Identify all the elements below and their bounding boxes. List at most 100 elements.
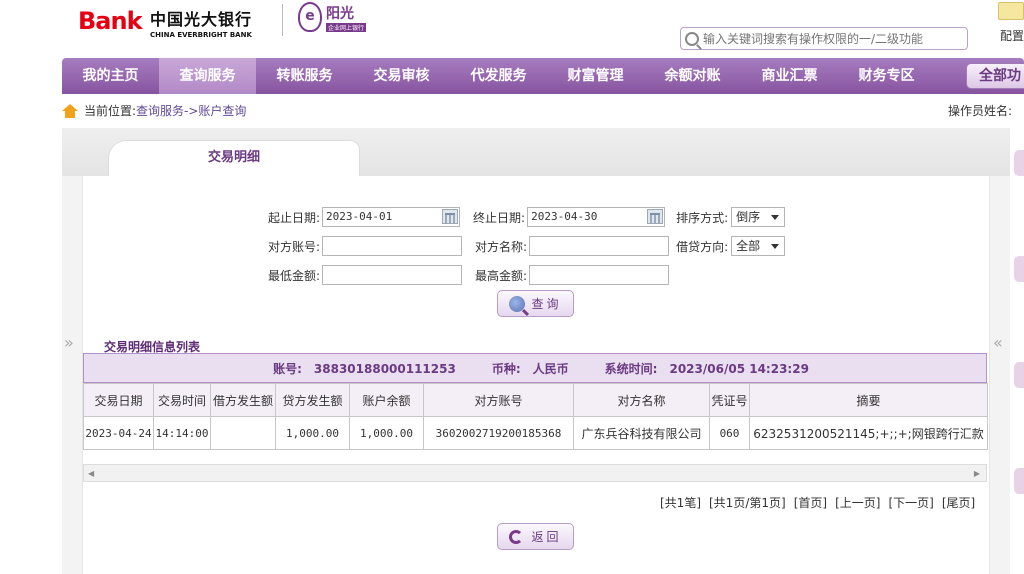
pager-total: [共1笔] (660, 496, 701, 510)
counter-account-input[interactable] (322, 236, 463, 256)
horizontal-scrollbar[interactable]: ◀ ▶ (83, 464, 987, 482)
col-header: 摘要 (749, 383, 988, 417)
currency-value: 人民币 (532, 361, 569, 376)
col-header: 对方账号 (423, 383, 574, 417)
counter-account-label: 对方账号: (268, 239, 321, 254)
nav-balance-reconciliation[interactable]: 余额对账 (644, 58, 741, 94)
counterparty-row: 对方账号: 对方名称: 借贷方向: 全部 (268, 236, 786, 256)
direction-label: 借贷方向: (676, 239, 729, 254)
system-time-label: 系统时间: (604, 361, 658, 376)
function-search-box[interactable] (680, 27, 968, 50)
cell-date: 2023-04-24 (83, 416, 154, 450)
breadcrumb: 当前位置: 查询服务->账户查询 (62, 102, 246, 119)
currency-label: 币种: (491, 361, 521, 376)
col-header: 借方发生额 (210, 383, 276, 417)
right-side-decoration (1014, 150, 1024, 574)
main-nav: 我的主页 查询服务 转账服务 交易审核 代发服务 财富管理 余额对账 商业汇票 … (62, 58, 1024, 94)
bank-name-en: CHINA EVERBRIGHT BANK (150, 31, 252, 39)
sort-order-select[interactable]: 倒序 (731, 207, 786, 227)
search-icon[interactable] (685, 31, 699, 46)
start-date-input[interactable]: 2023-04-01 (322, 207, 461, 227)
nav-transfer-service[interactable]: 转账服务 (256, 58, 353, 94)
cell-counter-account: 3602002719200185368 (423, 416, 574, 450)
pager-next[interactable]: [下一页] (888, 494, 933, 511)
sunshine-logo-title: 阳光 (326, 5, 354, 22)
max-amount-input[interactable] (529, 265, 670, 285)
col-header: 对方名称 (573, 383, 710, 417)
scroll-left-icon[interactable]: ◀ (88, 469, 94, 478)
min-amount-label: 最低金额: (268, 268, 321, 283)
col-header: 账户余额 (349, 383, 424, 417)
end-date-input[interactable]: 2023-04-30 (527, 207, 666, 227)
counter-name-label: 对方名称: (475, 239, 528, 254)
amount-row: 最低金额: 最高金额: (268, 265, 670, 285)
counter-name-input[interactable] (529, 236, 670, 256)
bank-logo-b: B (78, 7, 96, 35)
end-date-label: 终止日期: (473, 210, 526, 225)
pager: [共1笔] [共1页/第1页] [首页] [上一页] [下一页] [尾页] (660, 494, 983, 511)
transaction-table-wrap: 账号: 38830188000111253 币种: 人民币 系统时间: 2023/06… (83, 353, 988, 450)
config-link[interactable]: 配置 (1000, 27, 1024, 44)
back-button-label: 返回 (531, 530, 562, 544)
cell-balance: 1,000.00 (349, 416, 424, 450)
operator-name-label: 操作员姓名: (948, 104, 1013, 118)
system-time-value: 2023/06/05 14:23:29 (669, 361, 809, 376)
nav-query-service[interactable]: 查询服务 (159, 58, 256, 94)
cell-debit (210, 416, 276, 450)
sort-order-label: 排序方式: (676, 210, 729, 225)
cell-summary: 6232531200521145;+;;+;网银跨行汇款 (749, 416, 988, 450)
nav-payroll-service[interactable]: 代发服务 (450, 58, 547, 94)
nav-commercial-draft[interactable]: 商业汇票 (741, 58, 838, 94)
function-search-input[interactable] (699, 31, 959, 46)
bank-name-cn: 中国光大银行 (150, 10, 253, 29)
all-functions-button[interactable]: 全部功 (966, 63, 1024, 89)
tab-transaction-detail[interactable]: 交易明细 (108, 140, 360, 176)
back-icon (509, 529, 524, 544)
col-header: 贷方发生额 (275, 383, 350, 417)
transaction-table: 交易日期 交易时间 借方发生额 贷方发生额 账户余额 对方账号 对方名称 凭证号… (83, 383, 988, 450)
pager-prev[interactable]: [上一页] (835, 494, 880, 511)
breadcrumb-label: 当前位置: (84, 104, 137, 118)
pager-last[interactable]: [尾页] (942, 494, 975, 511)
calendar-icon[interactable] (442, 209, 459, 224)
expand-left-icon[interactable]: » (64, 333, 74, 352)
header: Bank 中国光大银行 CHINA EVERBRIGHT BANK e 阳光 企… (0, 0, 1024, 56)
nav-transaction-review[interactable]: 交易审核 (353, 58, 450, 94)
direction-select[interactable]: 全部 (731, 236, 786, 256)
bank-logo: Bank (78, 6, 143, 36)
cell-credit: 1,000.00 (275, 416, 350, 450)
calendar-icon[interactable] (647, 209, 664, 224)
date-range-row: 起止日期: 2023-04-01 终止日期: 2023-04-30 排序方式: … (268, 207, 786, 227)
col-header: 凭证号 (709, 383, 750, 417)
sunshine-emblem-icon: e (298, 2, 322, 32)
breadcrumb-path[interactable]: 查询服务->账户查询 (136, 102, 246, 119)
lock-icon[interactable] (998, 2, 1024, 20)
sunshine-logo-subtitle: 企业网上银行 (326, 22, 367, 32)
pager-first[interactable]: [首页] (794, 494, 827, 511)
logo-divider (282, 4, 283, 36)
min-amount-input[interactable] (322, 265, 463, 285)
table-row[interactable]: 2023-04-24 14:14:00 1,000.00 1,000.00 36… (83, 416, 988, 450)
account-info-bar: 账号: 38830188000111253 币种: 人民币 系统时间: 2023/06… (83, 353, 987, 383)
scroll-right-icon[interactable]: ▶ (974, 469, 980, 478)
nav-wealth-management[interactable]: 财富管理 (547, 58, 644, 94)
nav-finance-zone[interactable]: 财务专区 (838, 58, 935, 94)
col-header: 交易时间 (153, 383, 211, 417)
collapse-right-icon[interactable]: « (993, 333, 1003, 352)
back-button[interactable]: 返回 (497, 523, 574, 550)
account-label: 账号: (273, 361, 302, 376)
bank-name: 中国光大银行 CHINA EVERBRIGHT BANK (150, 6, 270, 39)
query-button[interactable]: 查询 (497, 290, 574, 317)
pager-pages: [共1页/第1页] (709, 496, 786, 510)
bank-logo-ank: ank (95, 7, 142, 35)
magnifier-icon (509, 295, 526, 312)
sunshine-logo: e 阳光 企业网上银行 (298, 2, 367, 32)
query-button-label: 查询 (531, 297, 562, 311)
cell-time: 14:14:00 (153, 416, 211, 450)
start-date-label: 起止日期: (268, 210, 321, 225)
nav-home[interactable]: 我的主页 (62, 58, 159, 94)
col-header: 交易日期 (83, 383, 154, 417)
home-icon[interactable] (62, 103, 78, 118)
table-header-row: 交易日期 交易时间 借方发生额 贷方发生额 账户余额 对方账号 对方名称 凭证号… (83, 383, 988, 417)
max-amount-label: 最高金额: (475, 268, 528, 283)
